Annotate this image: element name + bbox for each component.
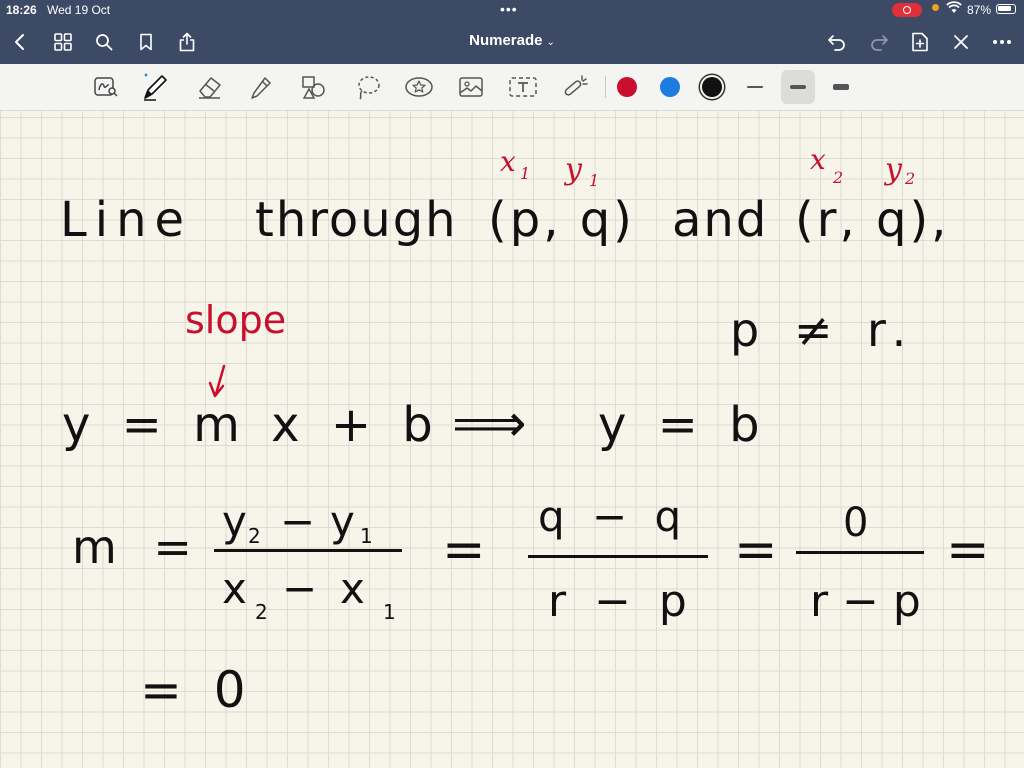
redo-icon[interactable] [865, 28, 893, 56]
color-blue-swatch[interactable] [660, 77, 680, 97]
fraction-bar-1 [214, 549, 402, 552]
close-icon[interactable] [947, 28, 975, 56]
battery-percent: 87% [967, 3, 992, 17]
status-bar: 18:26 Wed 19 Oct ••• 87% [0, 0, 1024, 20]
handwriting-layer: x 1 y 1 x 2 y 2 slope Line through (p, q… [60, 143, 990, 719]
battery-fill [998, 6, 1011, 11]
chevron-down-icon[interactable]: ⌄ [546, 37, 554, 48]
drawing-toolbar [0, 64, 1024, 111]
add-page-icon[interactable] [906, 28, 934, 56]
equals-a: = [442, 520, 486, 580]
line1-word-line: Line [60, 192, 192, 248]
image-icon[interactable] [454, 70, 488, 104]
multitasking-dots-icon[interactable]: ••• [500, 1, 518, 17]
frac2-denominator: r − p [548, 576, 687, 627]
frac1-den-x: x [222, 564, 247, 613]
implies-arrow: ⟹ [452, 394, 527, 454]
frac3-denominator: r − p [810, 576, 921, 627]
shapes-icon[interactable] [297, 70, 331, 104]
frac1-num-y: y [222, 497, 247, 546]
frac1-den-minus: − [282, 564, 317, 613]
point-r-q: (r, q), [795, 192, 949, 248]
pen-icon[interactable] [139, 70, 173, 104]
frac1-num-sub2: 2 [248, 524, 261, 548]
annotation-x1: x [500, 145, 516, 178]
equals-b: = [734, 520, 778, 580]
frac1-den-sub1: 1 [383, 600, 396, 624]
more-options-icon[interactable] [988, 28, 1016, 56]
color-black-swatch[interactable] [702, 77, 722, 97]
sticker-icon[interactable] [402, 70, 436, 104]
wifi-icon [946, 1, 962, 18]
annotation-y1-sub: 1 [589, 171, 599, 190]
condition-p-neq-r: p ≠ r. [730, 303, 916, 357]
stroke-medium-option[interactable] [781, 70, 815, 104]
frac3-numerator: 0 [843, 500, 868, 546]
annotation-x1-sub: 1 [520, 164, 530, 183]
stroke-thin-option[interactable] [738, 70, 772, 104]
equation-line-form: y = m x + b [62, 397, 433, 453]
frac1-num-sub1: 1 [360, 524, 373, 548]
color-red-swatch[interactable] [617, 77, 637, 97]
m-equals: m = [72, 520, 192, 574]
frac1-den-x1: x [340, 564, 365, 613]
battery-icon [996, 4, 1016, 14]
fraction-bar-2 [528, 555, 708, 558]
lasso-icon[interactable] [351, 70, 385, 104]
note-canvas[interactable]: x 1 y 1 x 2 y 2 slope Line through (p, q… [0, 111, 1024, 768]
microphone-indicator-icon [932, 4, 939, 11]
point-p-q: (p, q) [488, 192, 635, 248]
text-icon[interactable] [506, 70, 540, 104]
highlighter-icon[interactable] [245, 70, 279, 104]
annotation-y1: y [563, 152, 583, 187]
toolbar-divider [605, 76, 606, 98]
fraction-bar-3 [796, 551, 924, 554]
line1-word-through: through [255, 192, 458, 248]
annotation-y2: y [883, 152, 903, 187]
slope-arrow [208, 364, 226, 398]
screen-recording-icon[interactable] [892, 3, 922, 17]
lasso-read-icon[interactable] [89, 70, 123, 104]
equals-c: = [946, 520, 990, 580]
result-equals-zero: = 0 [140, 661, 246, 719]
frac1-num-y1: y [330, 497, 355, 546]
undo-icon[interactable] [823, 28, 851, 56]
frac1-den-sub2: 2 [255, 600, 268, 624]
annotation-x2: x [810, 143, 826, 176]
eraser-icon[interactable] [193, 70, 227, 104]
frac2-numerator: q − q [538, 492, 681, 541]
status-date: Wed 19 Oct [47, 3, 111, 17]
frac1-num-minus: − [280, 497, 315, 546]
equation-y-eq-b: y = b [598, 397, 760, 453]
line1-word-and: and [672, 192, 768, 248]
annotation-x2-sub: 2 [832, 168, 843, 187]
navigation-bar: Numerade ⌄ [0, 20, 1024, 64]
laser-pointer-icon[interactable] [558, 70, 592, 104]
stroke-thick-option[interactable] [824, 70, 858, 104]
status-time: 18:26 [6, 3, 37, 17]
annotation-y2-sub: 2 [904, 169, 915, 188]
slope-label: slope [185, 298, 286, 342]
